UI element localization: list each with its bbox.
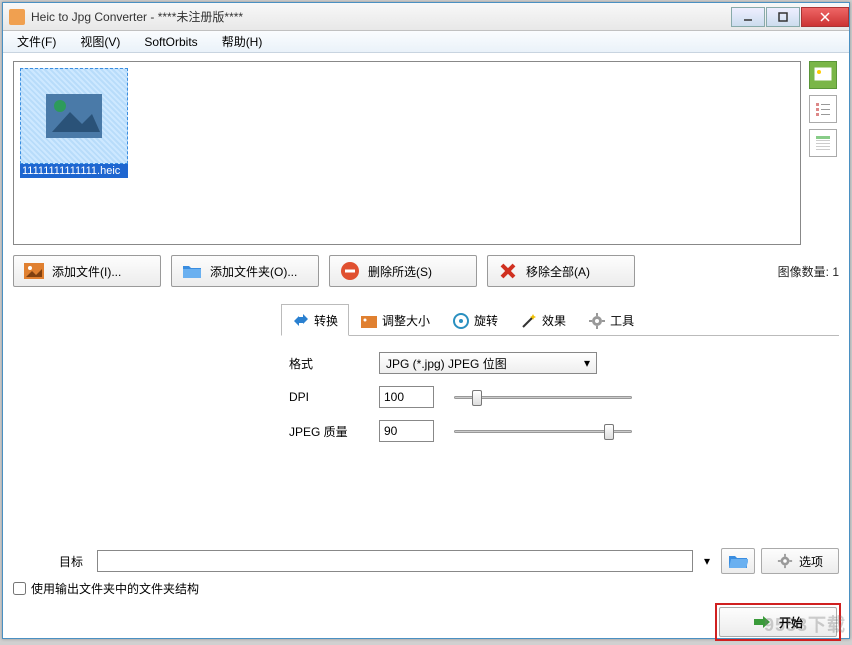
wand-icon <box>520 312 538 330</box>
file-list-area[interactable]: 11111111111111.heic <box>13 61 801 245</box>
format-value: JPG (*.jpg) JPEG 位图 <box>386 355 507 372</box>
chevron-down-icon[interactable]: ▾ <box>699 554 715 568</box>
menu-help[interactable]: 帮助(H) <box>212 31 273 52</box>
add-folder-button[interactable]: 添加文件夹(O)... <box>171 255 319 287</box>
add-file-button[interactable]: 添加文件(I)... <box>13 255 161 287</box>
watermark: 9553下载 <box>764 611 846 637</box>
window-title: Heic to Jpg Converter - ****未注册版**** <box>31 8 730 25</box>
tab-content: 格式 JPG (*.jpg) JPEG 位图 ▾ DPI JPEG 质量 <box>281 336 839 536</box>
menu-view[interactable]: 视图(V) <box>70 31 130 52</box>
quality-label: JPEG 质量 <box>289 423 379 440</box>
folder-structure-checkbox[interactable]: 使用输出文件夹中的文件夹结构 <box>13 580 839 597</box>
add-file-label: 添加文件(I)... <box>52 263 121 280</box>
quality-input[interactable] <box>379 420 434 442</box>
dpi-input[interactable] <box>379 386 434 408</box>
dest-label: 目标 <box>13 553 91 570</box>
image-count: 图像数量: 1 <box>778 263 839 280</box>
view-details-button[interactable] <box>809 129 837 157</box>
browse-folder-button[interactable] <box>721 548 755 574</box>
slider-thumb[interactable] <box>472 390 482 406</box>
view-thumbnails-button[interactable] <box>809 61 837 89</box>
checkbox-input[interactable] <box>13 582 26 595</box>
view-list-button[interactable] <box>809 95 837 123</box>
chevron-down-icon: ▾ <box>584 356 590 370</box>
add-folder-label: 添加文件夹(O)... <box>210 263 297 280</box>
menu-softorbits[interactable]: SoftOrbits <box>134 33 207 51</box>
gear-icon <box>777 553 793 569</box>
options-button[interactable]: 选项 <box>761 548 839 574</box>
gear-icon <box>588 312 606 330</box>
tabs: 转换 调整大小 旋转 效果 工具 <box>281 303 839 336</box>
remove-selected-label: 删除所选(S) <box>368 263 432 280</box>
folder-icon <box>182 261 202 281</box>
thumbnail-filename: 11111111111111.heic <box>20 164 128 178</box>
thumbnail-image-icon <box>20 68 128 164</box>
tab-effects[interactable]: 效果 <box>509 304 577 336</box>
remove-icon <box>340 261 360 281</box>
remove-all-button[interactable]: 移除全部(A) <box>487 255 635 287</box>
format-label: 格式 <box>289 355 379 372</box>
dest-input[interactable] <box>97 550 693 572</box>
maximize-button[interactable] <box>766 7 800 27</box>
remove-selected-button[interactable]: 删除所选(S) <box>329 255 477 287</box>
dpi-slider[interactable] <box>454 387 632 407</box>
titlebar: Heic to Jpg Converter - ****未注册版**** <box>3 3 849 31</box>
tab-rotate[interactable]: 旋转 <box>441 304 509 336</box>
close-button[interactable] <box>801 7 849 27</box>
tab-resize[interactable]: 调整大小 <box>349 304 441 336</box>
slider-thumb[interactable] <box>604 424 614 440</box>
folder-open-icon <box>728 553 748 569</box>
tab-tools[interactable]: 工具 <box>577 304 645 336</box>
resize-icon <box>360 312 378 330</box>
minimize-button[interactable] <box>731 7 765 27</box>
quality-slider[interactable] <box>454 421 632 441</box>
rotate-icon <box>452 312 470 330</box>
file-thumbnail[interactable]: 11111111111111.heic <box>20 68 128 178</box>
app-icon <box>9 9 25 25</box>
delete-icon <box>498 261 518 281</box>
menu-file[interactable]: 文件(F) <box>7 31 66 52</box>
tab-convert[interactable]: 转换 <box>281 304 349 336</box>
dpi-label: DPI <box>289 390 379 404</box>
image-icon <box>24 261 44 281</box>
format-select[interactable]: JPG (*.jpg) JPEG 位图 ▾ <box>379 352 597 374</box>
menubar: 文件(F) 视图(V) SoftOrbits 帮助(H) <box>3 31 849 53</box>
convert-icon <box>292 311 310 329</box>
remove-all-label: 移除全部(A) <box>526 263 590 280</box>
